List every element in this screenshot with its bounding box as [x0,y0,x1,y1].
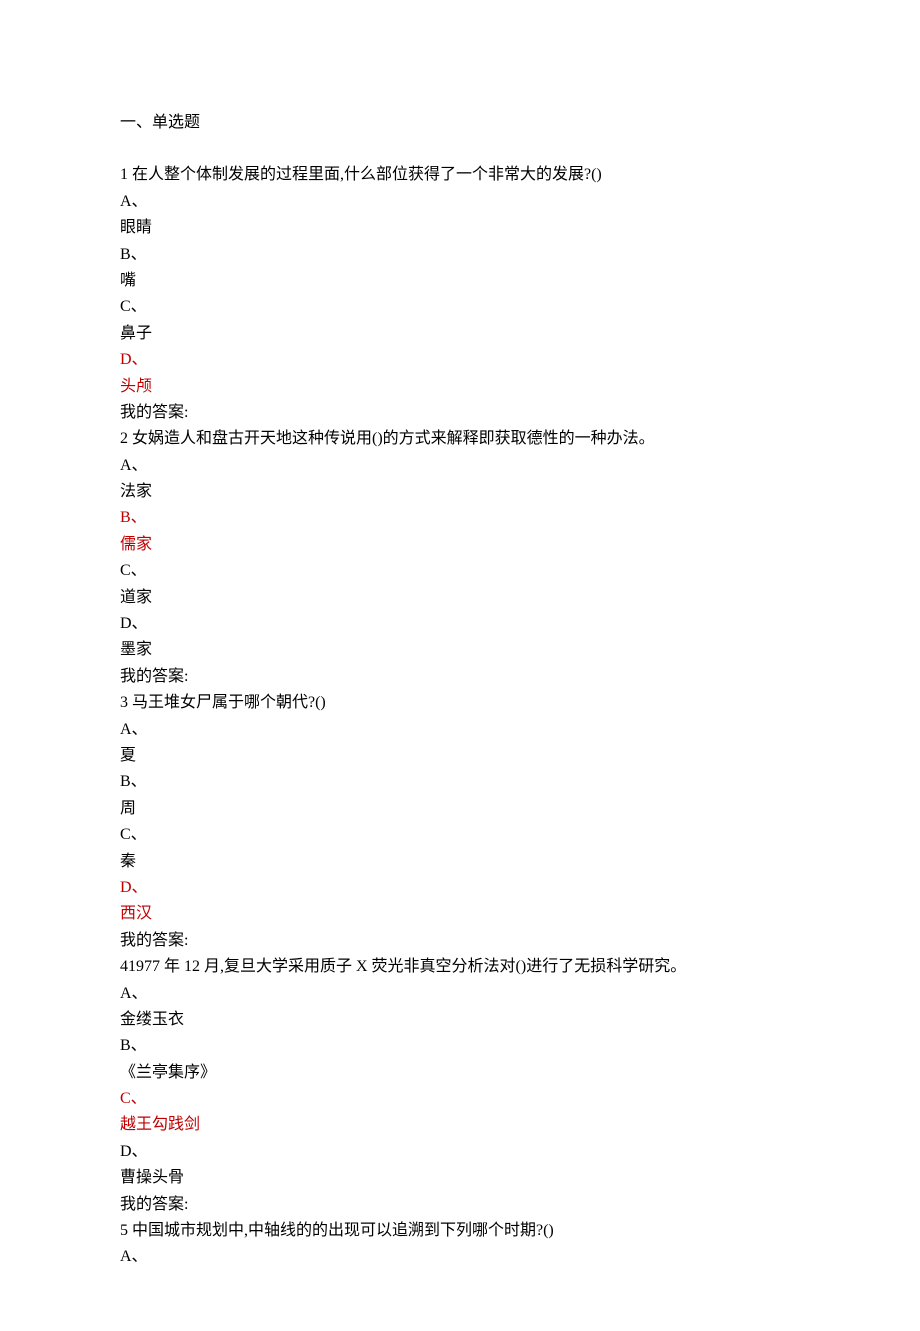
question-number: 5 [120,1222,128,1239]
option-letter: D、 [120,611,800,637]
section-title: 一、单选题 [120,110,800,136]
question-text: 女娲造人和盘古开天地这种传说用()的方式来解释即获取德性的一种办法。 [128,430,655,447]
option-text: 《兰亭集序》 [120,1060,800,1086]
option-letter: C、 [120,558,800,584]
option-text: 嘴 [120,268,800,294]
option-letter: D、 [120,347,800,373]
option-text: 周 [120,796,800,822]
question-text: 在人整个体制发展的过程里面,什么部位获得了一个非常大的发展?() [128,166,602,183]
document-page: 一、单选题 1 在人整个体制发展的过程里面,什么部位获得了一个非常大的发展?()… [0,0,920,1331]
question-stem: 5 中国城市规划中,中轴线的的出现可以追溯到下列哪个时期?() [120,1218,800,1244]
my-answer-label: 我的答案: [120,400,800,426]
question-stem: 2 女娲造人和盘古开天地这种传说用()的方式来解释即获取德性的一种办法。 [120,426,800,452]
option-letter: D、 [120,1139,800,1165]
question-number: 4 [120,958,128,975]
question-stem: 3 马王堆女尸属于哪个朝代?() [120,690,800,716]
option-letter: C、 [120,1086,800,1112]
question-number: 2 [120,430,128,447]
option-letter: C、 [120,294,800,320]
option-text: 西汉 [120,901,800,927]
option-text: 头颅 [120,374,800,400]
option-text: 墨家 [120,637,800,663]
questions-container: 1 在人整个体制发展的过程里面,什么部位获得了一个非常大的发展?()A、眼睛B、… [120,162,800,1270]
option-letter: D、 [120,875,800,901]
option-letter: C、 [120,822,800,848]
option-text: 曹操头骨 [120,1165,800,1191]
option-letter: A、 [120,1244,800,1270]
question-text: 马王堆女尸属于哪个朝代?() [128,694,326,711]
my-answer-label: 我的答案: [120,928,800,954]
option-letter: B、 [120,242,800,268]
option-text: 儒家 [120,532,800,558]
option-text: 秦 [120,849,800,875]
option-text: 道家 [120,585,800,611]
option-text: 鼻子 [120,321,800,347]
my-answer-label: 我的答案: [120,664,800,690]
question-number: 3 [120,694,128,711]
option-text: 夏 [120,743,800,769]
option-letter: A、 [120,189,800,215]
option-text: 越王勾践剑 [120,1112,800,1138]
option-letter: B、 [120,769,800,795]
question-text: 1977 年 12 月,复旦大学采用质子 X 荧光非真空分析法对()进行了无损科… [128,958,686,975]
question-number: 1 [120,166,128,183]
question-stem: 1 在人整个体制发展的过程里面,什么部位获得了一个非常大的发展?() [120,162,800,188]
option-letter: B、 [120,1033,800,1059]
option-letter: A、 [120,981,800,1007]
my-answer-label: 我的答案: [120,1192,800,1218]
option-letter: A、 [120,453,800,479]
question-text: 中国城市规划中,中轴线的的出现可以追溯到下列哪个时期?() [128,1222,554,1239]
option-letter: A、 [120,717,800,743]
option-text: 金缕玉衣 [120,1007,800,1033]
question-stem: 41977 年 12 月,复旦大学采用质子 X 荧光非真空分析法对()进行了无损… [120,954,800,980]
option-text: 法家 [120,479,800,505]
option-letter: B、 [120,505,800,531]
option-text: 眼睛 [120,215,800,241]
